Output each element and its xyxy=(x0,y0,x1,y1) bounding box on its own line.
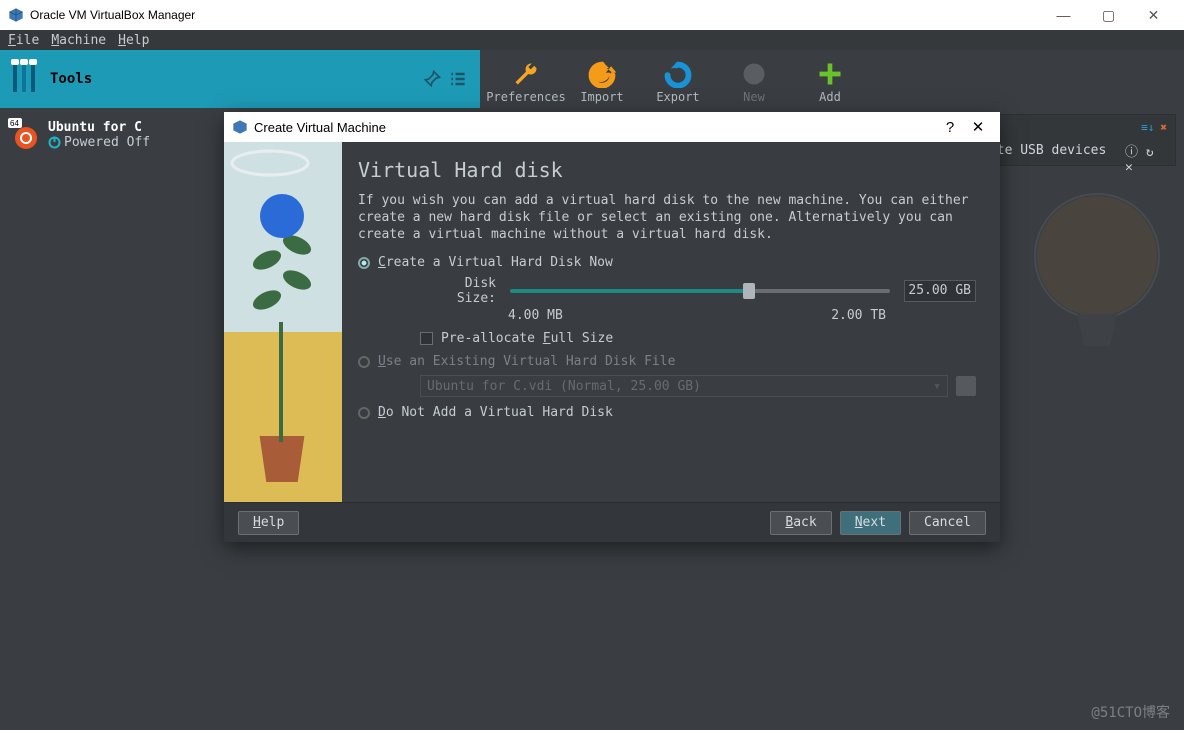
window-title: Oracle VM VirtualBox Manager xyxy=(30,8,1041,22)
minimize-button[interactable]: — xyxy=(1041,7,1086,23)
existing-file-selector: Ubuntu for C.vdi (Normal, 25.00 GB) ▾ xyxy=(420,375,976,397)
notif-delete-icon[interactable]: ✖ xyxy=(1160,121,1167,135)
radio-icon xyxy=(358,257,370,269)
watermark: @51CTO博客 xyxy=(1091,702,1170,722)
dialog-help-icon[interactable]: ? xyxy=(936,119,964,136)
radio-icon xyxy=(358,356,370,368)
notif-info-icon[interactable]: ⓘ xyxy=(1125,145,1138,160)
new-button[interactable]: New xyxy=(716,50,792,108)
disk-size-slider[interactable]: Disk Size: 25.00 GB xyxy=(420,276,976,306)
vm-state: Powered Off xyxy=(48,135,150,150)
chevron-down-icon: ▾ xyxy=(933,379,941,394)
pin-icon[interactable] xyxy=(422,69,442,89)
export-icon xyxy=(664,60,692,88)
maximize-button[interactable]: ▢ xyxy=(1086,7,1131,24)
option-no-disk[interactable]: Do Not Add a Virtual Hard Disk xyxy=(358,405,976,420)
plus-icon xyxy=(816,60,844,88)
notif-close-icon[interactable]: ✕ xyxy=(1125,160,1133,175)
import-icon xyxy=(588,60,616,88)
dialog-description: If you wish you can add a virtual hard d… xyxy=(358,192,976,243)
disk-size-label: Disk Size: xyxy=(420,276,496,306)
ubuntu-icon: 64 xyxy=(8,118,42,152)
tools-icon xyxy=(8,59,40,99)
menu-help[interactable]: Help xyxy=(118,33,149,48)
disk-size-min: 4.00 MB xyxy=(508,308,563,323)
power-icon xyxy=(48,136,61,149)
option-use-existing[interactable]: Use an Existing Virtual Hard Disk File xyxy=(358,354,976,369)
browse-file-button xyxy=(956,376,976,396)
preferences-button[interactable]: Preferences xyxy=(488,50,564,108)
option-create-disk[interactable]: Create a Virtual Hard Disk Now xyxy=(358,255,976,270)
menu-file[interactable]: File xyxy=(8,33,39,48)
dialog-illustration xyxy=(224,142,342,502)
close-button[interactable]: ✕ xyxy=(1131,7,1176,24)
menubar: File Machine Help xyxy=(0,30,1184,50)
existing-file-value: Ubuntu for C.vdi (Normal, 25.00 GB) xyxy=(427,379,701,394)
dialog-heading: Virtual Hard disk xyxy=(358,158,976,182)
menu-machine[interactable]: Machine xyxy=(51,33,106,48)
import-button[interactable]: Import xyxy=(564,50,640,108)
starburst-icon xyxy=(740,60,768,88)
dialog-footer: Help Back Next Cancel xyxy=(224,502,1000,542)
help-button[interactable]: Help xyxy=(238,511,299,535)
tools-label: Tools xyxy=(50,71,92,87)
create-vm-dialog: Create Virtual Machine ? ✕ Virtual Hard … xyxy=(224,112,1000,542)
wrench-icon xyxy=(512,60,540,88)
export-button[interactable]: Export xyxy=(640,50,716,108)
add-button[interactable]: Add xyxy=(792,50,868,108)
checkbox-icon xyxy=(420,332,433,345)
window-titlebar: Oracle VM VirtualBox Manager — ▢ ✕ xyxy=(0,0,1184,30)
disk-size-value[interactable]: 25.00 GB xyxy=(904,280,976,302)
disk-size-max: 2.00 TB xyxy=(831,308,886,323)
cancel-button[interactable]: Cancel xyxy=(909,511,986,535)
virtualbox-icon xyxy=(232,119,248,135)
notif-refresh-icon[interactable]: ↻ xyxy=(1146,145,1154,160)
sidebar: 64 Ubuntu for C Powered Off xyxy=(0,108,222,730)
svg-text:64: 64 xyxy=(10,119,19,128)
toolbar: Tools Preferences Import Export New Add xyxy=(0,50,1184,108)
back-button[interactable]: Back xyxy=(770,511,831,535)
vm-list-item[interactable]: 64 Ubuntu for C Powered Off xyxy=(4,116,218,154)
cloud-icon xyxy=(230,148,310,178)
virtualbox-icon xyxy=(8,7,24,23)
slider-track[interactable] xyxy=(510,289,890,293)
dialog-titlebar: Create Virtual Machine ? ✕ xyxy=(224,112,1000,142)
dialog-title: Create Virtual Machine xyxy=(254,120,936,135)
slider-handle[interactable] xyxy=(743,283,755,299)
vm-name: Ubuntu for C xyxy=(48,120,150,135)
balloon-illustration xyxy=(1022,186,1172,366)
notif-sort-icon[interactable]: ≡↓ xyxy=(1141,121,1154,135)
dialog-close-button[interactable]: ✕ xyxy=(964,118,992,136)
next-button[interactable]: Next xyxy=(840,511,901,535)
radio-icon xyxy=(358,407,370,419)
tools-button[interactable]: Tools xyxy=(0,50,480,108)
preallocate-checkbox[interactable]: Pre-allocate Full Size xyxy=(420,331,976,346)
list-icon[interactable] xyxy=(448,69,468,89)
